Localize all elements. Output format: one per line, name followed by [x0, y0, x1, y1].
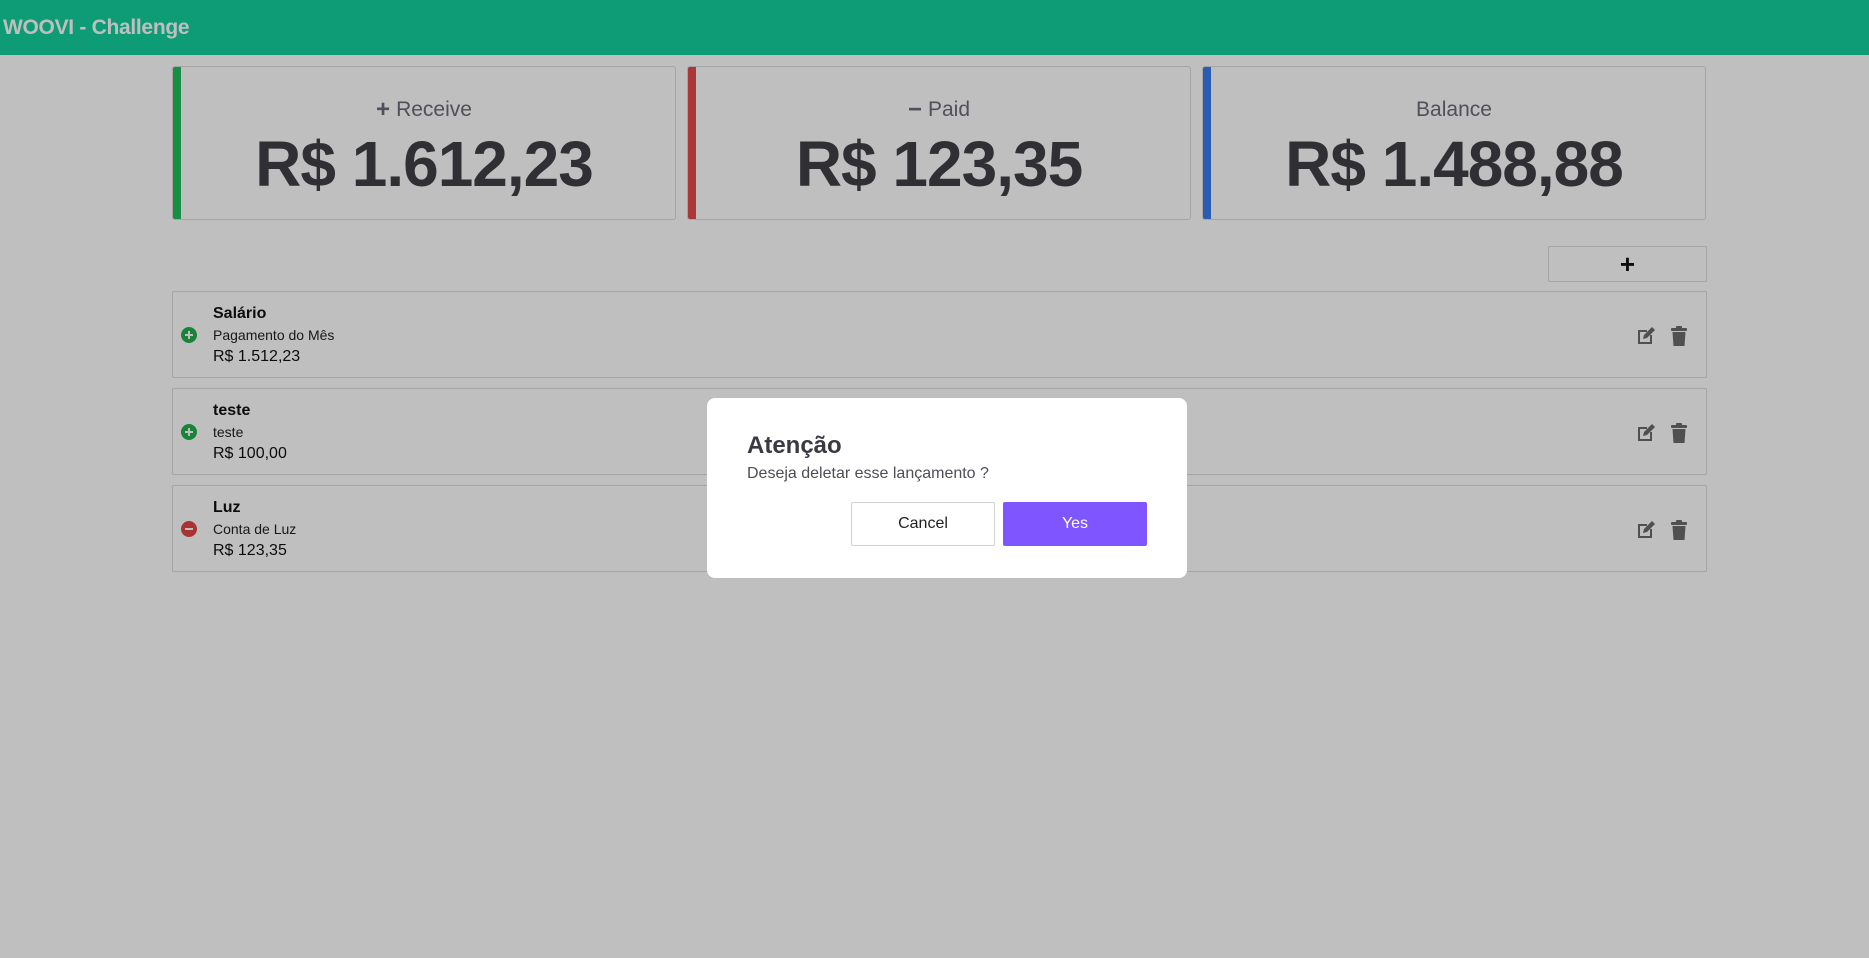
- cancel-button[interactable]: Cancel: [851, 502, 995, 546]
- dialog-actions: Cancel Yes: [851, 502, 1147, 546]
- dialog-message: Deseja deletar esse lançamento ?: [747, 465, 989, 482]
- confirm-yes-button[interactable]: Yes: [1003, 502, 1147, 546]
- delete-confirm-dialog: Atenção Deseja deletar esse lançamento ?…: [707, 398, 1187, 578]
- dialog-title: Atenção: [747, 432, 842, 459]
